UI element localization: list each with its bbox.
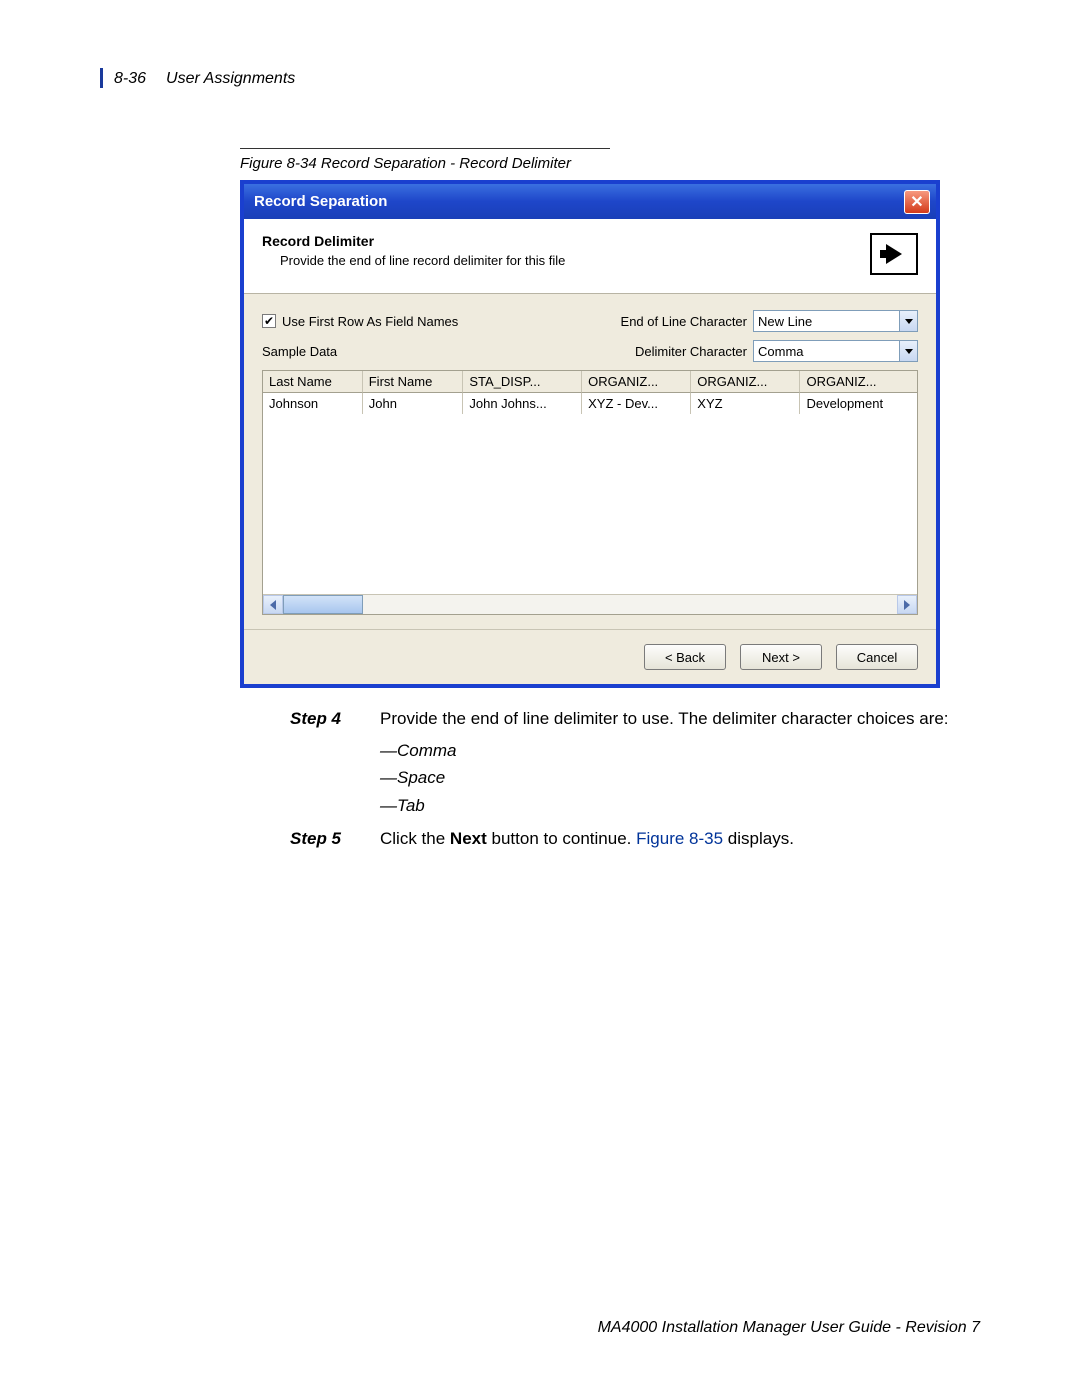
next-button[interactable]: Next > xyxy=(740,644,822,670)
col-header[interactable]: STA_DISP... xyxy=(463,371,582,393)
caption-rule xyxy=(240,148,610,149)
grid-empty-area xyxy=(263,414,917,594)
delimiter-combo[interactable]: Comma xyxy=(753,340,918,362)
col-header[interactable]: ORGANIZ... xyxy=(800,371,917,393)
figure-caption: Figure 8-34 Record Separation - Record D… xyxy=(240,155,980,172)
col-header[interactable]: ORGANIZ... xyxy=(691,371,800,393)
figure-link[interactable]: Figure 8-35 xyxy=(636,829,723,848)
choice-tab: —Tab xyxy=(380,793,980,819)
eol-combo[interactable]: New Line xyxy=(753,310,918,332)
dialog-title: Record Separation xyxy=(254,193,387,210)
eol-label: End of Line Character xyxy=(621,314,747,329)
scroll-track[interactable] xyxy=(283,595,897,614)
cell: Development xyxy=(800,393,917,414)
cell: John Johns... xyxy=(463,393,582,414)
section-subheading: Provide the end of line record delimiter… xyxy=(262,253,870,268)
cell: Johnson xyxy=(263,393,363,414)
step-5-text: Click the Next button to continue. Figur… xyxy=(380,826,980,852)
dialog-header-pane: Record Delimiter Provide the end of line… xyxy=(244,219,936,294)
titlebar: Record Separation ✕ xyxy=(244,184,936,219)
choice-comma: —Comma xyxy=(380,738,980,764)
scroll-right-button[interactable] xyxy=(897,595,917,614)
dropdown-arrow-icon xyxy=(899,311,917,331)
scroll-thumb[interactable] xyxy=(283,595,363,614)
step-4-label: Step 4 xyxy=(290,706,380,732)
chevron-right-icon xyxy=(904,600,910,610)
sample-data-label: Sample Data xyxy=(262,344,337,359)
dialog-body: ✔ Use First Row As Field Names End of Li… xyxy=(244,294,936,629)
record-separation-dialog: Record Separation ✕ Record Delimiter Pro… xyxy=(240,180,940,688)
choice-space: —Space xyxy=(380,765,980,791)
scroll-left-button[interactable] xyxy=(263,595,283,614)
eol-value: New Line xyxy=(758,314,812,329)
horizontal-scrollbar[interactable] xyxy=(263,594,917,614)
section-heading: Record Delimiter xyxy=(262,233,870,249)
grid-data-row[interactable]: Johnson John John Johns... XYZ - Dev... … xyxy=(263,393,917,414)
close-icon: ✕ xyxy=(910,192,923,212)
delim-label: Delimiter Character xyxy=(635,344,747,359)
back-button[interactable]: < Back xyxy=(644,644,726,670)
cancel-button[interactable]: Cancel xyxy=(836,644,918,670)
cell: John xyxy=(363,393,464,414)
step-5-label: Step 5 xyxy=(290,826,380,852)
import-icon xyxy=(870,233,918,275)
body-text: Step 4 Provide the end of line delimiter… xyxy=(290,706,980,852)
col-header[interactable]: Last Name xyxy=(263,371,363,393)
step-4-text: Provide the end of line delimiter to use… xyxy=(380,706,980,732)
delimiter-value: Comma xyxy=(758,344,804,359)
cell: XYZ - Dev... xyxy=(582,393,691,414)
col-header[interactable]: ORGANIZ... xyxy=(582,371,691,393)
cell: XYZ xyxy=(691,393,800,414)
chevron-left-icon xyxy=(270,600,276,610)
page-header: 8-36 User Assignments xyxy=(100,70,980,88)
dialog-button-row: < Back Next > Cancel xyxy=(244,629,936,684)
page-footer: MA4000 Installation Manager User Guide -… xyxy=(598,1319,980,1337)
first-row-checkbox[interactable]: ✔ xyxy=(262,314,276,328)
sample-data-grid: Last Name First Name STA_DISP... ORGANIZ… xyxy=(262,370,918,615)
col-header[interactable]: First Name xyxy=(363,371,464,393)
page-number: 8-36 xyxy=(114,70,146,88)
grid-header-row: Last Name First Name STA_DISP... ORGANIZ… xyxy=(263,371,917,393)
dropdown-arrow-icon xyxy=(899,341,917,361)
header-rule xyxy=(100,68,103,88)
delimiter-choices: —Comma —Space —Tab xyxy=(380,738,980,819)
section-title: User Assignments xyxy=(166,70,295,88)
close-button[interactable]: ✕ xyxy=(904,190,930,214)
first-row-label: Use First Row As Field Names xyxy=(282,314,458,329)
